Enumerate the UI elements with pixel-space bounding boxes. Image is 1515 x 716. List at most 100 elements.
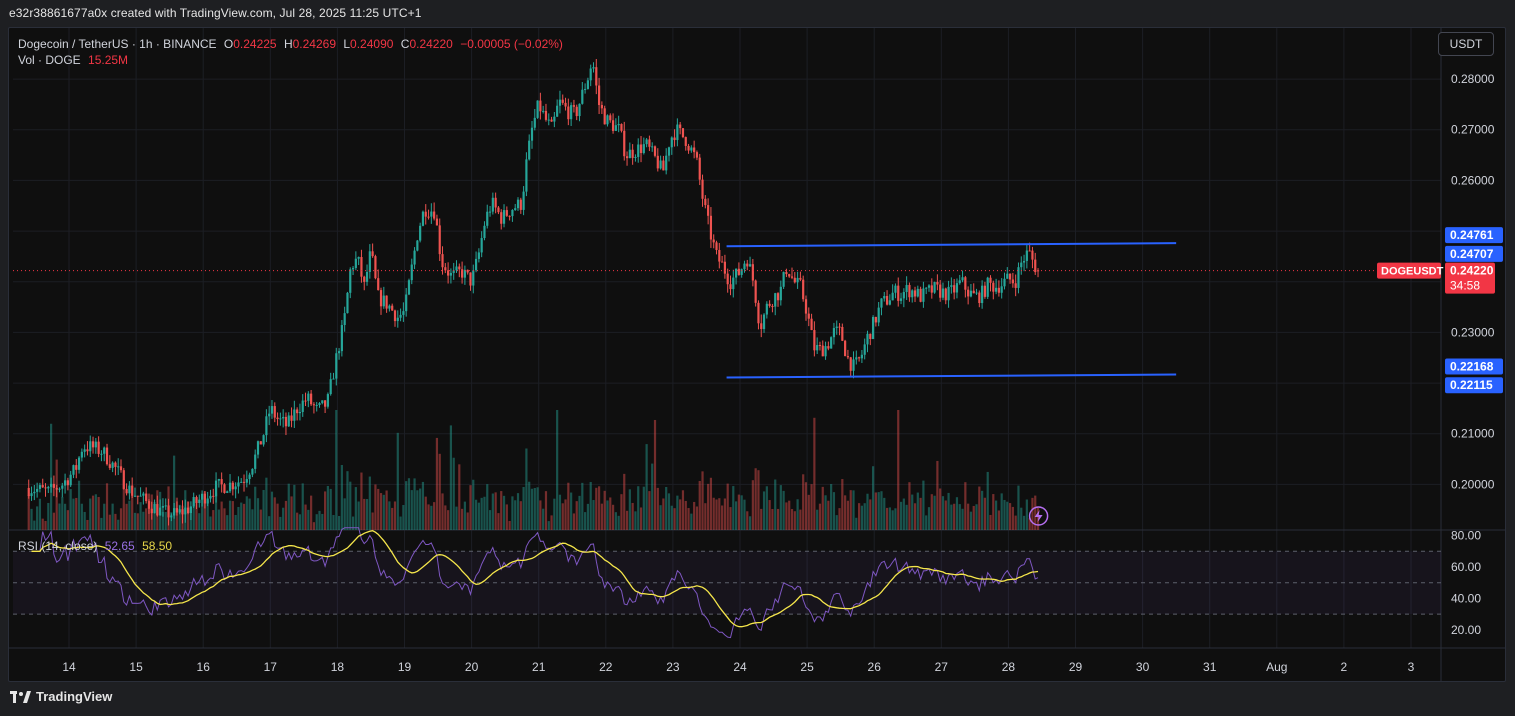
candle-body	[536, 100, 539, 118]
tradingview-brand[interactable]: TradingView	[10, 689, 112, 704]
candle-body	[254, 454, 257, 469]
time-tick-label: 14	[62, 660, 76, 674]
candle-body	[47, 486, 50, 489]
volume-bar	[707, 483, 710, 530]
volume-bar	[564, 499, 567, 530]
chart-canvas[interactable]: 0.28000 0.27000 0.26000 0.23000 0.21000 0.200…	[9, 28, 1506, 682]
volume-bar	[474, 499, 478, 530]
candle-body	[329, 379, 332, 395]
candle-body	[715, 242, 718, 251]
volume-bar	[964, 482, 967, 530]
candle-body	[357, 257, 360, 259]
candle-body	[908, 284, 911, 298]
volume-bar	[360, 472, 363, 530]
candle-body	[905, 284, 908, 293]
volume-bar	[89, 498, 92, 530]
candle-body	[1022, 260, 1026, 263]
time-tick-label: 21	[532, 660, 546, 674]
volume-bar	[318, 510, 321, 530]
volume-bar	[83, 511, 86, 530]
candle-body	[824, 346, 827, 357]
candle-body	[265, 416, 268, 436]
candle-body	[153, 504, 156, 514]
volume-bar	[874, 492, 877, 530]
rsi-label[interactable]: RSI (14, close)	[18, 539, 97, 553]
volume-bar	[961, 508, 964, 530]
volume-bar	[145, 508, 148, 530]
volume-bar	[379, 493, 383, 530]
volume-bar	[533, 487, 536, 530]
time-tick-label: 2	[1341, 660, 1348, 674]
candle-body	[508, 215, 511, 217]
time-tick-label: 3	[1408, 660, 1415, 674]
candle-body	[866, 333, 869, 345]
candle-body	[86, 449, 89, 452]
volume-bar	[855, 517, 858, 530]
candle-body	[785, 272, 788, 275]
candle-body	[100, 453, 103, 455]
candle-body	[200, 493, 204, 500]
volume-bar	[61, 496, 64, 530]
volume-bar	[91, 495, 95, 530]
candle-body	[961, 277, 964, 281]
volume-label[interactable]: Vol · DOGE	[18, 53, 81, 67]
volume-bar	[480, 497, 483, 530]
candle-body	[497, 207, 500, 213]
chart-frame[interactable]: 0.28000 0.27000 0.26000 0.23000 0.21000 0.200…	[8, 27, 1506, 682]
candle-body	[723, 261, 727, 274]
candle-body	[673, 137, 676, 141]
volume-bar	[131, 495, 134, 530]
candle-body	[712, 239, 715, 243]
candle-body	[514, 208, 517, 210]
candle-body	[167, 505, 170, 518]
volume-bar	[427, 504, 430, 530]
candle-body	[491, 197, 494, 212]
volume-bar	[1014, 515, 1017, 530]
candle-body	[746, 263, 749, 267]
volume-bar	[497, 513, 500, 530]
volume-bar	[466, 512, 469, 530]
candle-body	[203, 493, 206, 504]
candle-body	[958, 280, 961, 284]
candle-body	[279, 418, 282, 420]
volume-bar	[592, 500, 595, 530]
volume-bar	[774, 479, 777, 530]
volume-bar	[883, 497, 886, 530]
candle-body	[371, 251, 374, 257]
candle-body	[575, 106, 578, 117]
candle-body	[953, 285, 956, 293]
volume-bar	[975, 504, 978, 530]
candle-body	[374, 256, 377, 279]
volume-bar	[620, 494, 623, 530]
volume-bar	[69, 489, 72, 530]
currency-button[interactable]: USDT	[1438, 32, 1494, 56]
volume-bar	[75, 497, 78, 530]
volume-bar	[597, 486, 601, 530]
candle-body	[860, 354, 863, 359]
last-price-value: 0.24220	[1450, 264, 1494, 278]
symbol-title[interactable]: Dogecoin / TetherUS · 1h · BINANCE	[18, 37, 217, 51]
rsi-tick-label: 60.00	[1451, 560, 1481, 574]
candle-body	[474, 258, 478, 271]
volume-bar	[321, 513, 324, 530]
volume-bar	[628, 489, 631, 530]
candle-body	[323, 400, 327, 407]
candle-body	[989, 277, 992, 283]
candle-body	[564, 102, 567, 107]
volume-bar	[500, 491, 503, 530]
candle-body	[483, 225, 486, 239]
volume-bar	[332, 515, 335, 530]
candle-body	[550, 119, 553, 122]
volume-bar	[723, 498, 727, 530]
volume-bar	[835, 515, 838, 530]
candle-body	[103, 447, 106, 454]
volume-bar	[374, 484, 377, 530]
candle-body	[296, 409, 299, 414]
volume-bar	[852, 490, 855, 530]
candle-body	[642, 144, 645, 154]
candle-body	[159, 507, 162, 516]
candle-body	[72, 465, 75, 475]
volume-bar	[430, 505, 433, 530]
volume-bar	[754, 468, 757, 530]
candle-body	[653, 146, 657, 156]
